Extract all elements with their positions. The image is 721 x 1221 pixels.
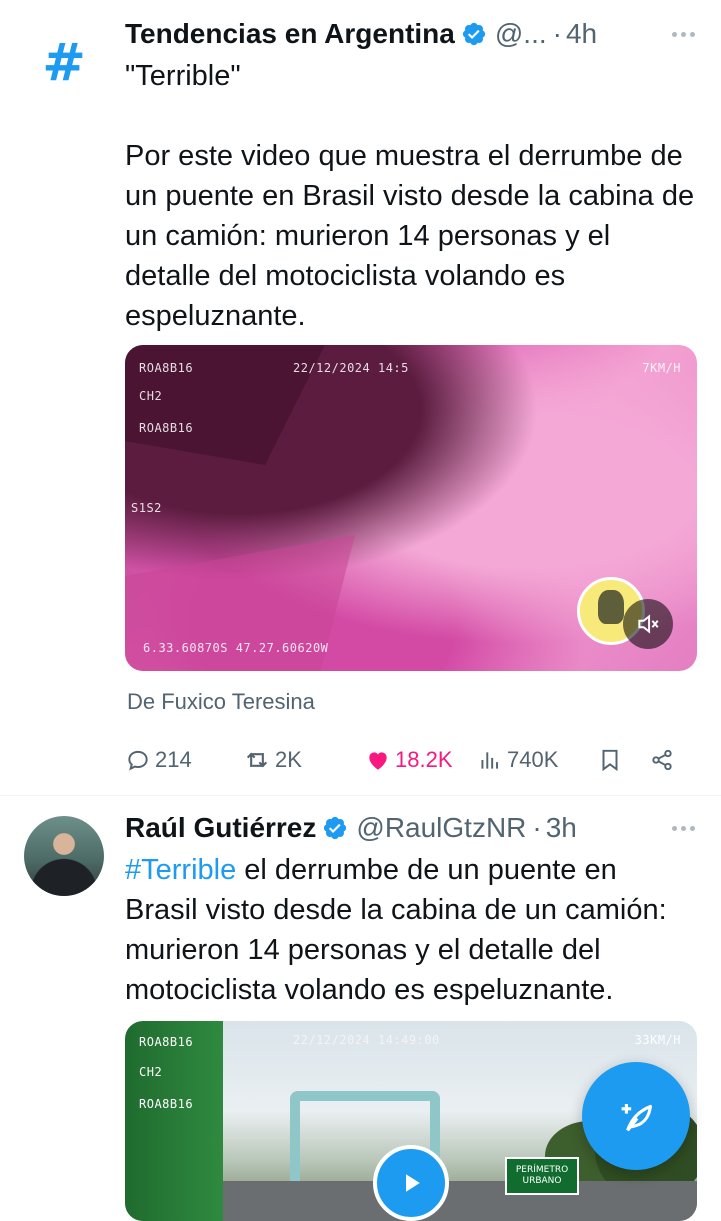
views-icon [481,752,499,769]
compose-feather-icon [621,1104,652,1132]
author-name[interactable]: Tendencias en Argentina [125,18,455,50]
more-options-icon[interactable] [670,26,697,43]
tweet-text: #Terrible el derrumbe de un puente en Br… [125,850,697,1010]
play-button[interactable] [373,1145,449,1221]
share-icon [652,749,672,771]
verified-badge-icon [461,21,487,47]
bookmark-button[interactable] [597,747,649,773]
views-button[interactable]: 740K [477,747,597,773]
video-osd-coords: 6.33.60870S 47.27.60620W [143,641,329,655]
verified-badge-icon [322,815,348,841]
separator-dot: · [552,18,562,49]
muted-speaker-icon [638,614,659,634]
reply-icon [128,750,148,771]
video-osd-channel: CH2 [139,1065,163,1079]
more-options-icon[interactable] [670,820,697,837]
tweet-video[interactable]: ROA8B16 CH2 ROA8B16 22/12/2024 14:5 7KM/… [125,345,697,671]
separator-dot: · [532,812,542,843]
share-button[interactable] [649,747,675,773]
tweet-time[interactable]: 3h [546,812,577,844]
video-osd-speed: 7KM/H [642,361,681,375]
video-osd-speed: 33KM/H [634,1033,681,1047]
repost-button[interactable]: 2K [243,746,365,774]
tweet-text-body: Por este video que muestra el derrumbe d… [125,140,695,332]
bookmark-icon [602,749,618,772]
repost-count: 2K [275,747,302,772]
trending-hashtag-avatar[interactable]: # [22,28,106,98]
view-count: 740K [507,747,559,772]
like-count: 18.2K [395,747,453,772]
video-osd-id2: ROA8B16 [139,421,194,435]
video-osd-timestamp: 22/12/2024 14:49:00 [293,1033,440,1047]
tweet-tendencias[interactable]: # Tendencias en Argentina @... · 4h "Ter… [0,0,721,796]
play-icon [406,1174,420,1192]
video-osd-id2: ROA8B16 [139,1097,194,1111]
like-button[interactable]: 18.2K [365,747,477,773]
hashtag-link[interactable]: #Terrible [125,854,236,886]
video-source-attribution[interactable]: De Fuxico Teresina [127,689,315,715]
video-osd-s1s2: S1S2 [131,501,162,515]
reply-count: 214 [155,747,192,772]
tweet-text-quote: "Terrible" [125,60,241,92]
avatar[interactable] [24,816,104,896]
compose-post-button[interactable] [582,1062,690,1170]
video-osd-id: ROA8B16 [139,361,194,375]
video-osd-id: ROA8B16 [139,1035,194,1049]
author-name[interactable]: Raúl Gutiérrez [125,812,316,844]
video-osd-channel: CH2 [139,389,163,403]
video-osd-timestamp: 22/12/2024 14:5 [293,361,409,375]
repost-icon [246,752,268,768]
road-sign: PERÍMETRO URBANO [505,1157,579,1195]
hashtag-icon: # [42,33,86,93]
mute-button[interactable] [623,599,673,649]
tweet-header: Tendencias en Argentina @... · 4h [125,14,697,54]
author-handle[interactable]: @... [495,18,547,50]
tweet-actions: 214 2K 18.2K 740K [125,738,697,782]
tweet-header: Raúl Gutiérrez @RaulGtzNR · 3h [125,808,697,848]
heart-filled-icon [369,752,387,770]
author-handle[interactable]: @RaulGtzNR [356,812,526,844]
tweet-time[interactable]: 4h [566,18,597,50]
reply-button[interactable]: 214 [125,747,243,773]
